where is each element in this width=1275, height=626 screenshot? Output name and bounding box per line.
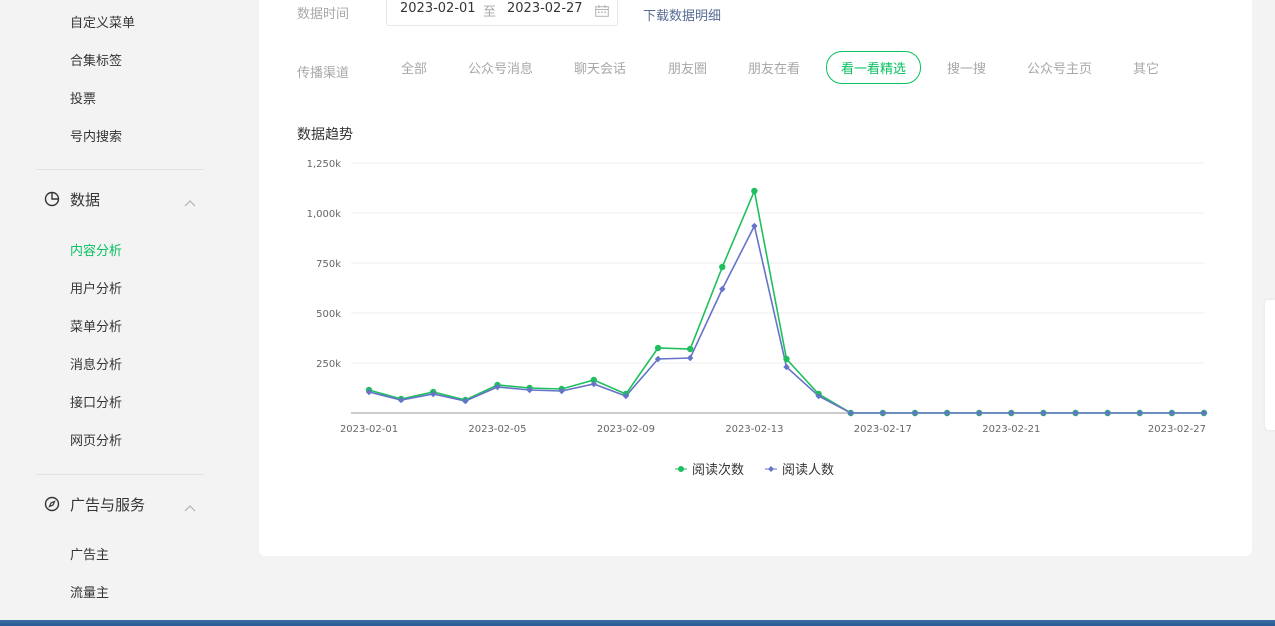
y-tick-label: 750k: [316, 259, 341, 270]
x-tick-label: 2023-02-13: [725, 424, 783, 435]
date-separator: 至: [483, 5, 497, 20]
x-tick-label: 2023-02-17: [854, 424, 912, 435]
sidebar-item-in-account-search[interactable]: 号内搜索: [70, 126, 122, 145]
x-tick-label: 2023-02-27: [1148, 424, 1206, 435]
y-tick-label: 1,250k: [307, 159, 342, 170]
y-tick-label: 1,000k: [307, 209, 342, 220]
data-point-readers: [686, 354, 694, 362]
tab-friends-watching[interactable]: 朋友在看: [748, 58, 800, 77]
series-line-readers: [368, 223, 1204, 414]
tab-search[interactable]: 搜一搜: [947, 58, 986, 77]
tab-all[interactable]: 全部: [401, 58, 427, 77]
sidebar-item-menu-analysis[interactable]: 菜单分析: [70, 316, 122, 335]
data-time-label: 数据时间: [297, 7, 350, 22]
x-tick-label: 2023-02-01: [340, 424, 398, 435]
taskbar: [0, 620, 1275, 626]
tab-official-homepage[interactable]: 公众号主页: [1027, 58, 1092, 77]
sidebar-item-publisher[interactable]: 流量主: [70, 582, 109, 601]
x-tick-label: 2023-02-09: [597, 424, 655, 435]
sidebar-divider: [36, 169, 204, 170]
legend-diamond-marker: [765, 465, 777, 472]
date-range-picker[interactable]: 2023-02-01 至 2023-02-27: [386, 0, 618, 26]
legend-item-readers[interactable]: 阅读人数: [765, 459, 834, 478]
y-tick-label: 250k: [316, 359, 341, 370]
start-date[interactable]: 2023-02-01: [400, 1, 476, 16]
pie-chart-icon: [44, 191, 60, 207]
sidebar-section-ads-label: 广告与服务: [70, 495, 146, 514]
sidebar-item-user-analysis[interactable]: 用户分析: [70, 278, 122, 297]
channel-label: 传播渠道: [297, 66, 350, 81]
data-point-reads: [751, 187, 758, 195]
sidebar-item-custom-menu[interactable]: 自定义菜单: [70, 12, 135, 31]
trend-chart: 250k 500k 750k 1,000k 1,250k 2023-02-01 2023-0…: [307, 159, 1208, 435]
chevron-up-icon[interactable]: [184, 497, 196, 516]
data-point-reads: [686, 345, 694, 353]
sidebar-item-advertiser[interactable]: 广告主: [70, 544, 109, 563]
data-point-reads: [654, 344, 662, 352]
data-point-reads: [783, 355, 790, 363]
sidebar-section-data-label: 数据: [70, 190, 101, 209]
legend-item-reads[interactable]: 阅读次数: [675, 459, 744, 478]
right-side-tab[interactable]: [1265, 300, 1275, 430]
sidebar: 自定义菜单 合集标签 投票 号内搜索 数据 内容分析 用户分析 菜单分析 消息分…: [0, 0, 240, 620]
sidebar-item-collection-tags[interactable]: 合集标签: [70, 50, 122, 69]
tab-official-message[interactable]: 公众号消息: [468, 58, 533, 77]
sidebar-item-message-analysis[interactable]: 消息分析: [70, 354, 122, 373]
sidebar-item-vote[interactable]: 投票: [70, 88, 96, 107]
x-tick-label: 2023-02-21: [982, 424, 1040, 435]
tab-other[interactable]: 其它: [1133, 58, 1159, 77]
download-data-link[interactable]: 下载数据明细: [643, 5, 721, 24]
tab-top-stories[interactable]: 看一看精选: [826, 51, 922, 84]
content-card: 数据时间 2023-02-01 至 2023-02-27 下载数据明细 传播渠道…: [259, 0, 1252, 556]
end-date[interactable]: 2023-02-27: [507, 1, 583, 16]
tab-moments[interactable]: 朋友圈: [668, 58, 707, 77]
calendar-icon[interactable]: [595, 2, 609, 21]
sidebar-item-content-analysis[interactable]: 内容分析: [70, 240, 122, 259]
compass-icon: [44, 496, 60, 512]
x-tick-label: 2023-02-05: [468, 424, 526, 435]
chart-title: 数据趋势: [297, 127, 353, 143]
data-point-readers: [751, 222, 758, 230]
legend-label-readers: 阅读人数: [782, 463, 835, 478]
data-point-reads: [719, 263, 726, 271]
sidebar-item-webpage-analysis[interactable]: 网页分析: [70, 430, 122, 449]
legend-circle-marker: [675, 465, 687, 472]
sidebar-divider: [36, 474, 204, 475]
sidebar-item-api-analysis[interactable]: 接口分析: [70, 392, 122, 411]
data-point-readers: [719, 285, 726, 293]
tab-chat[interactable]: 聊天会话: [574, 58, 626, 77]
y-tick-label: 500k: [316, 309, 341, 320]
legend-label-reads: 阅读次数: [692, 463, 745, 478]
series-line-reads: [368, 188, 1204, 414]
sidebar-section-ads[interactable]: 广告与服务: [44, 492, 204, 516]
sidebar-section-data[interactable]: 数据: [44, 187, 204, 211]
chevron-up-icon[interactable]: [184, 192, 196, 211]
